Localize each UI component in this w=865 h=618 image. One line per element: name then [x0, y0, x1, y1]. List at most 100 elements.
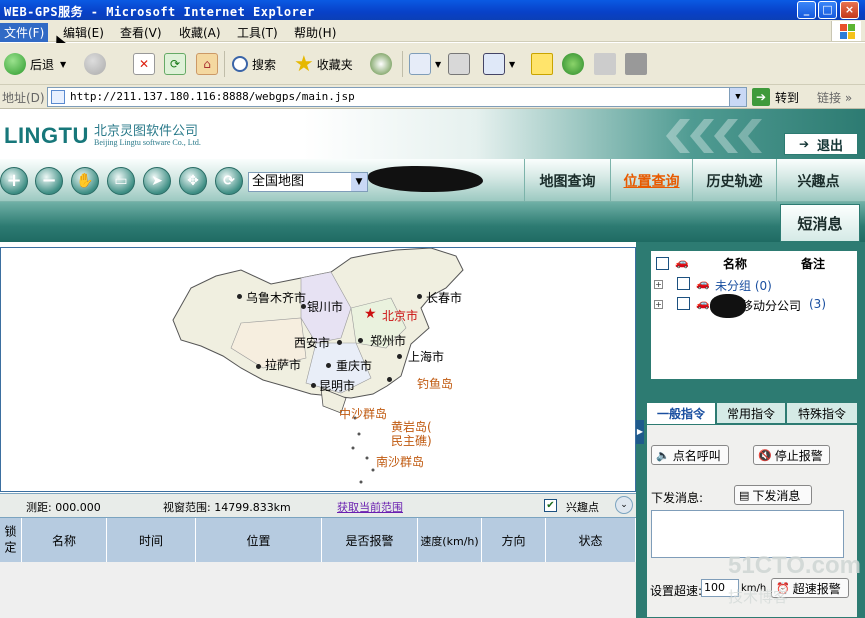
stop-button[interactable]: ✕ [133, 51, 159, 77]
collapse-chevron-icon[interactable]: ⌄ [615, 496, 633, 514]
quill-icon [594, 53, 616, 75]
column-header-direction[interactable]: 方向 [482, 518, 546, 563]
menu-file[interactable]: 文件(F) [0, 23, 49, 42]
tab-location-query[interactable]: 位置查询 [610, 159, 692, 202]
group-label[interactable]: 移动分公司 [741, 297, 801, 314]
menu-help[interactable]: 帮助(H) [290, 23, 340, 42]
messenger-button[interactable] [562, 51, 588, 77]
tab-common-commands[interactable]: 常用指令 [716, 402, 786, 424]
address-bar: 地址(D) http://211.137.180.116:8888/webgps… [0, 85, 865, 109]
zoom-out-button[interactable]: − [35, 167, 63, 195]
menu-tools[interactable]: 工具(T) [233, 23, 282, 42]
column-header-time[interactable]: 时间 [107, 518, 196, 563]
send-message-button[interactable]: ▤ 下发消息 [734, 485, 812, 505]
city-label: 长春市 [426, 291, 463, 305]
city-label-capital: 北京市 [382, 309, 419, 323]
edit-button[interactable]: ▼ [483, 51, 515, 77]
select-pointer-icon[interactable]: ➤ [143, 167, 171, 195]
research-button[interactable] [594, 51, 620, 77]
dropdown-arrow-icon: ▼ [60, 59, 67, 69]
message-label: 下发消息: [651, 491, 704, 505]
expand-icon[interactable]: + [654, 280, 663, 289]
tab-history-track[interactable]: 历史轨迹 [692, 159, 776, 202]
tab-poi[interactable]: 兴趣点 [776, 159, 860, 202]
expand-icon[interactable]: + [654, 300, 663, 309]
print-button[interactable] [448, 51, 474, 77]
column-header-status[interactable]: 状态 [546, 518, 636, 563]
group-checkbox[interactable] [677, 297, 690, 310]
history-button[interactable] [370, 51, 396, 77]
refresh-map-icon[interactable]: ⟳ [215, 167, 243, 195]
menu-edit[interactable]: 编辑(E) [59, 23, 108, 42]
mail-button[interactable]: ▼ [409, 51, 441, 77]
vehicle-tree: 🚗 名称 备注 + 🚗 未分组 (0) + 🚗 移动分公司 (3) [650, 250, 858, 380]
zoom-in-button[interactable]: + [0, 167, 28, 195]
tool-icon [625, 53, 647, 75]
edit-icon [483, 53, 505, 75]
city-dot-kunming [311, 383, 316, 388]
select-all-checkbox[interactable] [656, 257, 669, 270]
home-button[interactable]: ⌂ [196, 51, 222, 77]
close-button[interactable]: × [840, 1, 859, 19]
sms-button[interactable]: 短消息 [780, 204, 860, 242]
column-header-name[interactable]: 名称 [22, 518, 107, 563]
search-button[interactable]: 搜索 [232, 51, 276, 77]
tab-special-commands[interactable]: 特殊指令 [786, 402, 858, 424]
mail-icon [409, 53, 431, 75]
map-select[interactable]: 全国地图 ▼ [248, 172, 368, 192]
favorites-button[interactable]: ★ 收藏夹 [294, 51, 353, 77]
full-extent-icon[interactable]: ▭ [107, 167, 135, 195]
city-label: 昆明市 [319, 379, 356, 393]
group-label[interactable]: 未分组 (0) [715, 277, 772, 294]
move-icon[interactable]: ✥ [179, 167, 207, 195]
poi-checkbox[interactable]: ✔ [544, 499, 557, 512]
group-checkbox[interactable] [677, 277, 690, 290]
logout-button[interactable]: ➔ 退出 [784, 133, 858, 155]
overspeed-label: 超速报警 [792, 581, 841, 596]
city-label: 重庆市 [336, 359, 373, 373]
message-textarea[interactable] [651, 510, 844, 558]
company-name-cn: 北京灵图软件公司 [94, 124, 199, 139]
column-header-speed[interactable]: 速度(km/h) [418, 518, 482, 563]
window-title: WEB-GPS服务 - Microsoft Internet Explorer [4, 5, 315, 19]
address-dropdown-icon[interactable]: ▼ [729, 88, 746, 106]
search-icon [232, 56, 248, 72]
menu-view[interactable]: 查看(V) [116, 23, 166, 42]
address-input[interactable]: http://211.137.180.116:8888/webgps/main.… [47, 87, 747, 107]
forward-button[interactable] [84, 51, 110, 77]
island-label: 中沙群岛 [339, 407, 388, 421]
island-label: 民主礁) [391, 434, 432, 448]
call-button[interactable]: 🔈 点名呼叫 [651, 445, 729, 465]
get-current-range-link[interactable]: 获取当前范围 [337, 499, 403, 515]
city-dot-lhasa [256, 364, 261, 369]
refresh-button[interactable]: ⟳ [164, 51, 190, 77]
minimize-button[interactable]: _ [797, 1, 816, 19]
column-header-lock[interactable]: 锁定 [0, 518, 22, 563]
back-button[interactable]: 后退 ▼ [4, 51, 66, 77]
pan-hand-icon[interactable]: ✋ [71, 167, 99, 195]
column-header-location[interactable]: 位置 [196, 518, 322, 563]
menu-favorites[interactable]: 收藏(A) [175, 23, 225, 42]
tab-general-commands[interactable]: 一般指令 [646, 402, 716, 424]
watermark-sub: 技术博客 [728, 588, 789, 606]
links-button[interactable]: 链接 » [817, 89, 852, 106]
command-tabs: 一般指令 常用指令 特殊指令 [646, 402, 858, 424]
mute-icon: 🔇 [758, 448, 772, 462]
maximize-button[interactable]: □ [818, 1, 837, 19]
vehicle-icon: 🚗 [675, 256, 689, 269]
column-header-alarm[interactable]: 是否报警 [322, 518, 418, 563]
menu-bar: 文件(F) 编辑(E) 查看(V) 收藏(A) 工具(T) 帮助(H) [0, 20, 865, 42]
go-button[interactable]: ➔ 转到 [752, 87, 799, 107]
map-view[interactable]: ★ 乌鲁木齐市 银川市 北京市 长春市 西安市 郑州市 拉萨市 重庆市 上海市 … [0, 247, 636, 492]
discuss-button[interactable] [531, 51, 557, 77]
panel-toggle-icon[interactable]: ▶ [636, 420, 644, 444]
island-label: 钓鱼岛 [417, 377, 454, 391]
logout-label: 退出 [817, 138, 844, 154]
stop-alarm-button[interactable]: 🔇 停止报警 [753, 445, 830, 465]
city-label: 西安市 [294, 336, 331, 350]
search-label: 搜索 [252, 57, 277, 72]
tools-button[interactable] [625, 51, 651, 77]
map-status-bar: 测距: 000.000 视窗范围: 14799.833km 获取当前范围 ✔ 兴… [0, 493, 636, 517]
tab-map-query[interactable]: 地图查询 [524, 159, 610, 202]
distance-readout: 测距: 000.000 [26, 501, 101, 514]
